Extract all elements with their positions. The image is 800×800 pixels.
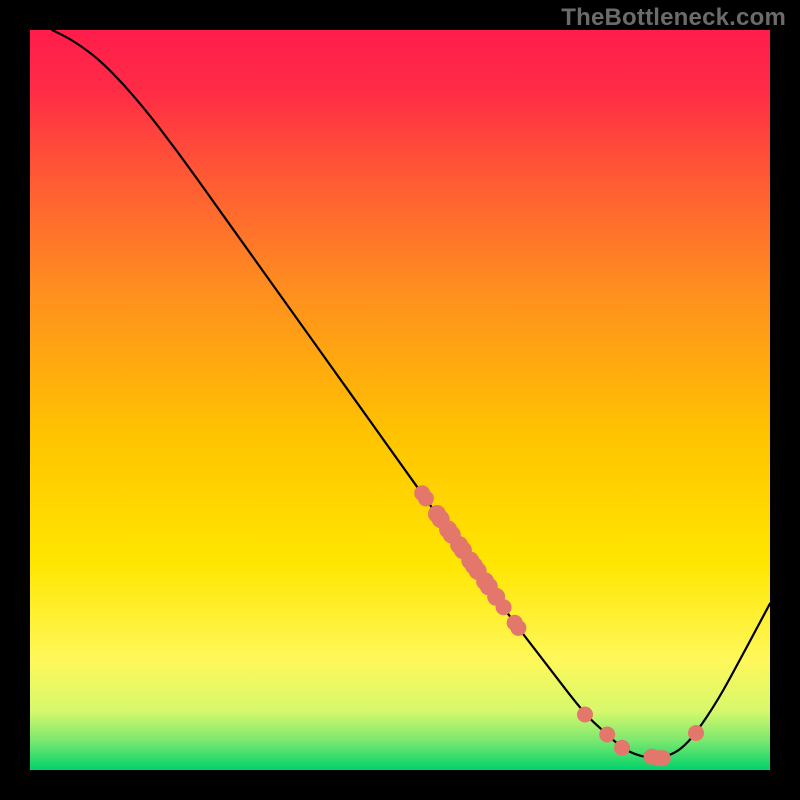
marker-point: [510, 620, 526, 636]
marker-point: [418, 490, 434, 506]
marker-point: [614, 740, 630, 756]
marker-point: [577, 707, 593, 723]
marker-point: [688, 725, 704, 741]
watermark-text: TheBottleneck.com: [561, 4, 786, 32]
marker-point: [496, 599, 512, 615]
marker-point: [599, 726, 615, 742]
plot-frame: [30, 30, 770, 770]
plot-svg: [30, 30, 770, 770]
gradient-backdrop: [30, 30, 770, 770]
chart-container: TheBottleneck.com: [0, 0, 800, 800]
marker-point: [655, 750, 671, 766]
